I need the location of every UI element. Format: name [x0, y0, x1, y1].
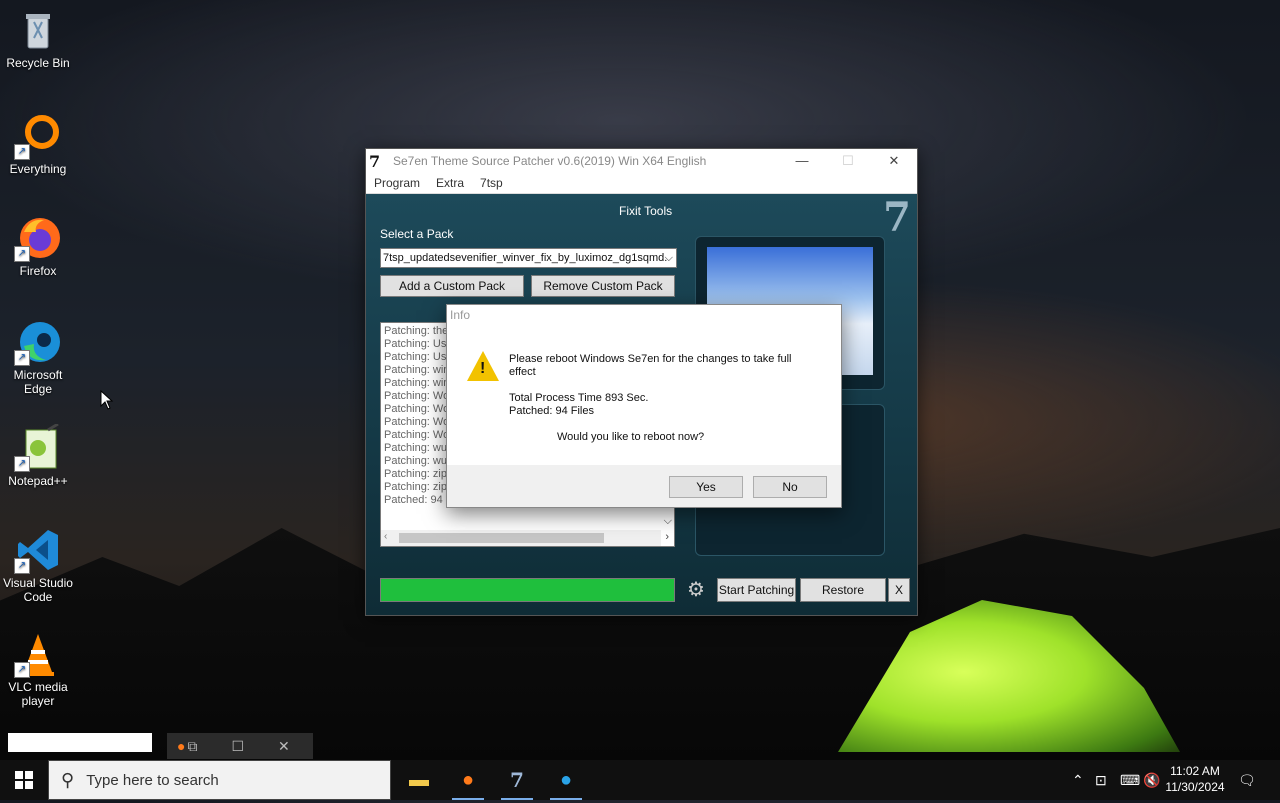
notepadpp-icon: ↗ [14, 422, 62, 472]
taskbar-search[interactable]: ⚲ Type here to search [48, 760, 391, 800]
firefox-icon: ● [177, 738, 186, 754]
shortcut-arrow-icon: ↗ [14, 558, 30, 574]
clock-date: 11/30/2024 [1165, 780, 1225, 794]
taskbar-file-explorer[interactable]: ▬ [395, 760, 443, 800]
menu-bar: Program Extra 7tsp [366, 173, 917, 194]
shortcut-arrow-icon: ↗ [14, 662, 30, 678]
desktop-icon-label: Everything [9, 162, 67, 176]
dialog-footer: Yes No [447, 465, 841, 507]
shortcut-arrow-icon: ↗ [14, 456, 30, 472]
window-titlebar[interactable]: 7 Se7en Theme Source Patcher v0.6(2019) … [366, 149, 917, 173]
taskbar: ⚲ Type here to search ▬ ● 7 ● ⌃ ⊡ ⌨ 🔇 11… [0, 760, 1280, 800]
tray-security-icon[interactable]: ⊡ [1095, 760, 1107, 800]
restore-window-icon[interactable]: ⧉ [187, 738, 197, 755]
progress-fill [381, 579, 674, 601]
yes-button[interactable]: Yes [669, 476, 743, 498]
desktop-icon-label: Visual Studio Code [3, 576, 73, 604]
maximize-icon[interactable]: ☐ [231, 738, 244, 755]
fixit-tools-title: Fixit Tools [619, 204, 673, 218]
desktop-icon-recycle-bin[interactable]: Recycle Bin [0, 6, 76, 70]
desktop-icon-vlc[interactable]: ↗ VLC media player [0, 630, 76, 708]
notifications-icon[interactable]: 🗨 [1238, 760, 1256, 800]
start-patching-button[interactable]: Start Patching [717, 578, 796, 602]
taskbar-7tsp[interactable]: 7 [493, 760, 541, 800]
tray-network-icon[interactable]: ⌨ [1120, 760, 1140, 800]
mouse-cursor-icon [100, 390, 114, 410]
menu-extra[interactable]: Extra [436, 176, 464, 190]
desktop-icon-label: Notepad++ [8, 474, 68, 488]
chevron-down-icon: ⌵ [664, 252, 673, 264]
add-custom-pack-button[interactable]: Add a Custom Pack [380, 275, 524, 297]
taskbar-edge[interactable]: ● [542, 760, 590, 800]
desktop-icon-edge[interactable]: ↗ Microsoft Edge [0, 318, 76, 396]
scroll-left-icon[interactable]: ‹ [384, 531, 387, 542]
close-button[interactable]: ✕ [871, 149, 917, 173]
close-x-button[interactable]: X [888, 578, 910, 602]
minimize-button[interactable]: — [779, 149, 825, 173]
menu-program[interactable]: Program [374, 176, 420, 190]
menu-7tsp[interactable]: 7tsp [480, 176, 503, 190]
dialog-title[interactable]: Info [447, 305, 841, 325]
firefox-icon: ● [461, 769, 475, 791]
maximize-button[interactable]: ☐ [825, 149, 871, 173]
shortcut-arrow-icon: ↗ [14, 350, 30, 366]
desktop-icon-label: Microsoft Edge [13, 368, 63, 396]
dialog-message: Please reboot Windows Se7en for the chan… [509, 353, 792, 378]
restore-button[interactable]: Restore [800, 578, 886, 602]
info-dialog: Info ! Please reboot Windows Se7en for t… [446, 304, 842, 508]
tray-volume-muted-icon[interactable]: 🔇 [1143, 760, 1160, 800]
windows-logo-icon [15, 771, 33, 789]
desktop-icon-label: VLC media player [8, 680, 68, 708]
patch-progress-bar [380, 578, 675, 602]
recycle-bin-icon [14, 6, 62, 54]
dialog-process-time: Total Process Time 893 Sec. [509, 392, 649, 404]
clock-time: 11:02 AM [1170, 764, 1220, 778]
desktop-icon-everything[interactable]: ↗ Everything [0, 112, 76, 176]
remove-custom-pack-button[interactable]: Remove Custom Pack [531, 275, 675, 297]
vscode-icon: ↗ [14, 526, 62, 574]
no-button[interactable]: No [753, 476, 827, 498]
edge-icon: ● [559, 769, 573, 791]
search-icon: ⚲ [61, 769, 75, 790]
floating-input[interactable] [8, 733, 152, 752]
pack-dropdown-value: 7tsp_updatedsevenifier_winver_fix_by_lux… [383, 252, 668, 264]
app-logo-icon: 7 [369, 151, 381, 171]
seven-logo-icon: 7 [883, 194, 911, 241]
desktop-icon-label: Firefox [19, 264, 57, 278]
tray-chevron-up-icon[interactable]: ⌃ [1072, 760, 1084, 800]
search-placeholder: Type here to search [86, 771, 219, 789]
desktop-icon-notepadpp[interactable]: ↗ Notepad++ [0, 422, 76, 488]
pack-dropdown[interactable]: 7tsp_updatedsevenifier_winver_fix_by_lux… [380, 248, 677, 268]
dialog-patched-count: Patched: 94 Files [509, 405, 594, 417]
window-title: Se7en Theme Source Patcher v0.6(2019) Wi… [393, 154, 707, 168]
gear-icon[interactable]: ⚙ [682, 579, 710, 601]
firefox-icon: ↗ [14, 214, 62, 262]
close-icon[interactable]: ✕ [278, 738, 290, 755]
seven-tsp-icon: 7 [510, 768, 524, 792]
taskbar-firefox[interactable]: ● [444, 760, 492, 800]
start-button[interactable] [0, 760, 48, 800]
horizontal-scrollbar[interactable]: ‹ › [381, 530, 669, 546]
everything-icon: ↗ [14, 112, 62, 160]
vlc-icon: ↗ [14, 630, 62, 678]
shortcut-arrow-icon: ↗ [14, 246, 30, 262]
scrollbar-thumb[interactable] [399, 533, 604, 543]
scroll-right-icon[interactable]: › [665, 531, 669, 543]
scroll-down-icon[interactable]: ⌵ [664, 515, 672, 528]
taskbar-clock[interactable]: 11:02 AM 11/30/2024 [1160, 763, 1230, 795]
select-pack-label: Select a Pack [380, 227, 454, 241]
warning-exclamation: ! [480, 360, 486, 377]
desktop-icon-vscode[interactable]: ↗ Visual Studio Code [0, 526, 76, 604]
dialog-question: Would you like to reboot now? [557, 431, 705, 443]
folder-icon: ▬ [409, 769, 429, 791]
floating-window-controls: ● ⧉ ☐ ✕ [167, 733, 313, 759]
desktop-icon-label: Recycle Bin [6, 56, 70, 70]
desktop-icon-firefox[interactable]: ↗ Firefox [0, 214, 76, 278]
edge-icon: ↗ [14, 318, 62, 366]
shortcut-arrow-icon: ↗ [14, 144, 30, 160]
